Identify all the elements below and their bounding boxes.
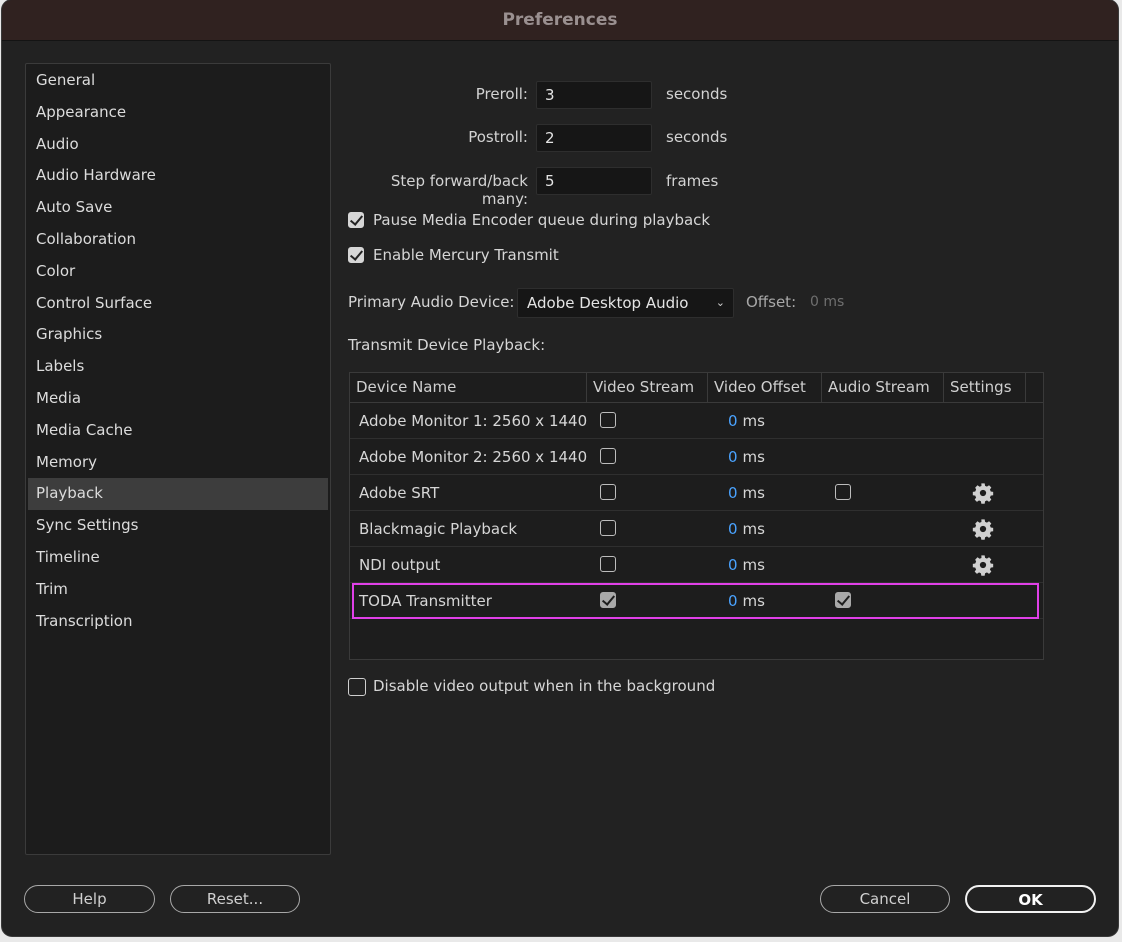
postroll-unit: seconds xyxy=(666,128,728,146)
sidebar-item-control-surface[interactable]: Control Surface xyxy=(28,288,328,320)
row-highlight xyxy=(352,583,1039,619)
table-header: Device Name Video Stream Video Offset Au… xyxy=(350,373,1043,403)
column-header-video-stream[interactable]: Video Stream xyxy=(587,373,708,402)
sidebar-list: General Appearance Audio Audio Hardware Auto… xyxy=(26,64,330,637)
primary-audio-device-label: Primary Audio Device: xyxy=(348,293,515,311)
video-stream-checkbox[interactable] xyxy=(600,412,616,428)
offset-label: Offset: xyxy=(746,293,797,311)
step-label: Step forward/back many: xyxy=(390,172,528,208)
offset-value: 0 ms xyxy=(810,294,845,310)
pause-encoder-label: Pause Media Encoder queue during playbac… xyxy=(373,211,711,229)
audio-stream-checkbox[interactable] xyxy=(835,484,851,500)
sidebar-item-graphics[interactable]: Graphics xyxy=(28,319,328,351)
table-row[interactable]: TODA Transmitter 0 ms xyxy=(350,583,1043,619)
sidebar-item-timeline[interactable]: Timeline xyxy=(28,542,328,574)
preferences-window: Preferences General Appearance Audio Audio … xyxy=(2,0,1118,936)
chevron-down-icon: ⌄ xyxy=(715,296,725,309)
video-offset[interactable]: 0 ms xyxy=(728,511,765,547)
device-name: Adobe Monitor 1: 2560 x 1440 xyxy=(359,412,588,430)
video-offset-unit: ms xyxy=(742,556,765,574)
sidebar-item-audio-hardware[interactable]: Audio Hardware xyxy=(28,160,328,192)
device-name: Adobe Monitor 2: 2560 x 1440 xyxy=(359,448,588,466)
postroll-label: Postroll: xyxy=(468,128,528,146)
video-stream-checkbox[interactable] xyxy=(600,520,616,536)
disable-background-output-checkbox[interactable] xyxy=(348,678,366,696)
video-offset-unit: ms xyxy=(742,484,765,502)
video-offset-value[interactable]: 0 xyxy=(728,412,738,430)
sidebar-item-appearance[interactable]: Appearance xyxy=(28,97,328,129)
column-header-audio-stream[interactable]: Audio Stream xyxy=(822,373,944,402)
table-row[interactable]: NDI output 0 ms xyxy=(350,547,1043,583)
device-name: NDI output xyxy=(359,556,441,574)
column-header-device-name[interactable]: Device Name xyxy=(350,373,587,402)
window-title: Preferences xyxy=(2,0,1118,41)
disable-background-output-label: Disable video output when in the backgro… xyxy=(373,677,716,695)
device-name: Blackmagic Playback xyxy=(359,520,518,538)
pause-encoder-checkbox[interactable] xyxy=(348,212,364,228)
sidebar-item-trim[interactable]: Trim xyxy=(28,574,328,606)
video-offset[interactable]: 0 ms xyxy=(728,403,765,439)
video-offset[interactable]: 0 ms xyxy=(728,547,765,583)
preferences-sidebar: General Appearance Audio Audio Hardware Auto… xyxy=(25,63,331,855)
column-header-video-offset[interactable]: Video Offset xyxy=(708,373,822,402)
sidebar-item-labels[interactable]: Labels xyxy=(28,351,328,383)
sidebar-item-transcription[interactable]: Transcription xyxy=(28,606,328,638)
sidebar-item-auto-save[interactable]: Auto Save xyxy=(28,192,328,224)
table-row[interactable]: Adobe Monitor 1: 2560 x 1440 0 ms xyxy=(350,403,1043,439)
table-row[interactable]: Blackmagic Playback 0 ms xyxy=(350,511,1043,547)
mercury-transmit-checkbox[interactable] xyxy=(348,247,364,263)
video-offset-unit: ms xyxy=(742,520,765,538)
transmit-device-table: Device Name Video Stream Video Offset Au… xyxy=(349,372,1044,660)
mercury-transmit-label: Enable Mercury Transmit xyxy=(373,246,559,264)
gear-icon[interactable] xyxy=(972,482,994,504)
sidebar-item-memory[interactable]: Memory xyxy=(28,447,328,479)
video-offset-unit: ms xyxy=(742,412,765,430)
ok-button[interactable]: OK xyxy=(965,885,1096,913)
primary-audio-device-select[interactable]: Adobe Desktop Audio ⌄ xyxy=(517,288,734,318)
help-button[interactable]: Help xyxy=(24,885,155,913)
reset-button[interactable]: Reset... xyxy=(170,885,300,913)
video-offset-value[interactable]: 0 xyxy=(728,556,738,574)
sidebar-item-collaboration[interactable]: Collaboration xyxy=(28,224,328,256)
video-stream-checkbox[interactable] xyxy=(600,556,616,572)
sidebar-item-media[interactable]: Media xyxy=(28,383,328,415)
sidebar-item-color[interactable]: Color xyxy=(28,256,328,288)
preroll-input[interactable]: 3 xyxy=(536,81,652,109)
sidebar-item-playback[interactable]: Playback xyxy=(28,478,328,511)
device-name: Adobe SRT xyxy=(359,484,440,502)
transmit-device-playback-label: Transmit Device Playback: xyxy=(348,336,546,354)
video-offset[interactable]: 0 ms xyxy=(728,439,765,475)
sidebar-item-general[interactable]: General xyxy=(28,65,328,97)
video-stream-checkbox[interactable] xyxy=(600,484,616,500)
video-offset-value[interactable]: 0 xyxy=(728,484,738,502)
table-row[interactable]: Adobe Monitor 2: 2560 x 1440 0 ms xyxy=(350,439,1043,475)
video-offset[interactable]: 0 ms xyxy=(728,475,765,511)
sidebar-item-audio[interactable]: Audio xyxy=(28,129,328,161)
column-header-settings[interactable]: Settings xyxy=(944,373,1026,402)
preroll-label: Preroll: xyxy=(475,85,528,103)
video-offset-value[interactable]: 0 xyxy=(728,448,738,466)
cancel-button[interactable]: Cancel xyxy=(820,885,950,913)
step-unit: frames xyxy=(666,172,719,190)
sidebar-item-media-cache[interactable]: Media Cache xyxy=(28,415,328,447)
gear-icon[interactable] xyxy=(972,554,994,576)
video-offset-unit: ms xyxy=(742,448,765,466)
video-stream-checkbox[interactable] xyxy=(600,448,616,464)
sidebar-item-sync-settings[interactable]: Sync Settings xyxy=(28,510,328,542)
table-row[interactable]: Adobe SRT 0 ms xyxy=(350,475,1043,511)
primary-audio-device-value: Adobe Desktop Audio xyxy=(527,294,689,312)
step-input[interactable]: 5 xyxy=(536,167,652,195)
gear-icon[interactable] xyxy=(972,518,994,540)
postroll-input[interactable]: 2 xyxy=(536,124,652,152)
preroll-unit: seconds xyxy=(666,85,728,103)
video-offset-value[interactable]: 0 xyxy=(728,520,738,538)
